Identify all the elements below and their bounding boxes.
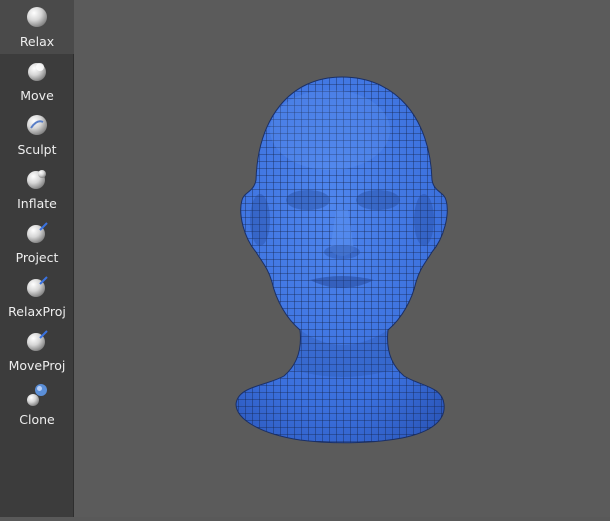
tool-relaxproj-button[interactable]: RelaxProj	[0, 270, 74, 324]
tool-sculpt-label: Sculpt	[17, 142, 57, 157]
tool-move-label: Move	[20, 88, 54, 103]
tool-inflate-label: Inflate	[17, 196, 57, 211]
tool-inflate-button[interactable]: Inflate	[0, 162, 74, 216]
sphere-clone-icon	[27, 384, 47, 406]
tool-moveproj-label: MoveProj	[8, 358, 66, 373]
tool-clone-label: Clone	[19, 412, 55, 427]
tool-move-button[interactable]: Move	[0, 54, 74, 108]
sphere-sculpt-icon	[27, 115, 47, 135]
tool-sidebar: Relax Move Sculpt Inflate Project RelaxP…	[0, 0, 74, 517]
tool-project-label: Project	[15, 250, 59, 265]
sphere-icon	[27, 7, 47, 27]
3d-viewport[interactable]	[74, 0, 610, 517]
sphere-moveproj-icon	[27, 330, 48, 351]
tool-relaxproj-label: RelaxProj	[8, 304, 66, 319]
tool-sculpt-button[interactable]: Sculpt	[0, 108, 74, 162]
head-mesh	[235, 76, 448, 444]
sphere-move-icon	[28, 63, 46, 81]
tool-relax-label: Relax	[19, 34, 55, 49]
tool-moveproj-button[interactable]: MoveProj	[0, 324, 74, 378]
sphere-relaxproj-icon	[27, 276, 48, 297]
tool-project-button[interactable]: Project	[0, 216, 74, 270]
tool-clone-button[interactable]: Clone	[0, 378, 74, 432]
tool-relax-button[interactable]: Relax	[0, 0, 74, 54]
sphere-project-icon	[27, 222, 48, 243]
sphere-inflate-icon	[27, 170, 46, 189]
